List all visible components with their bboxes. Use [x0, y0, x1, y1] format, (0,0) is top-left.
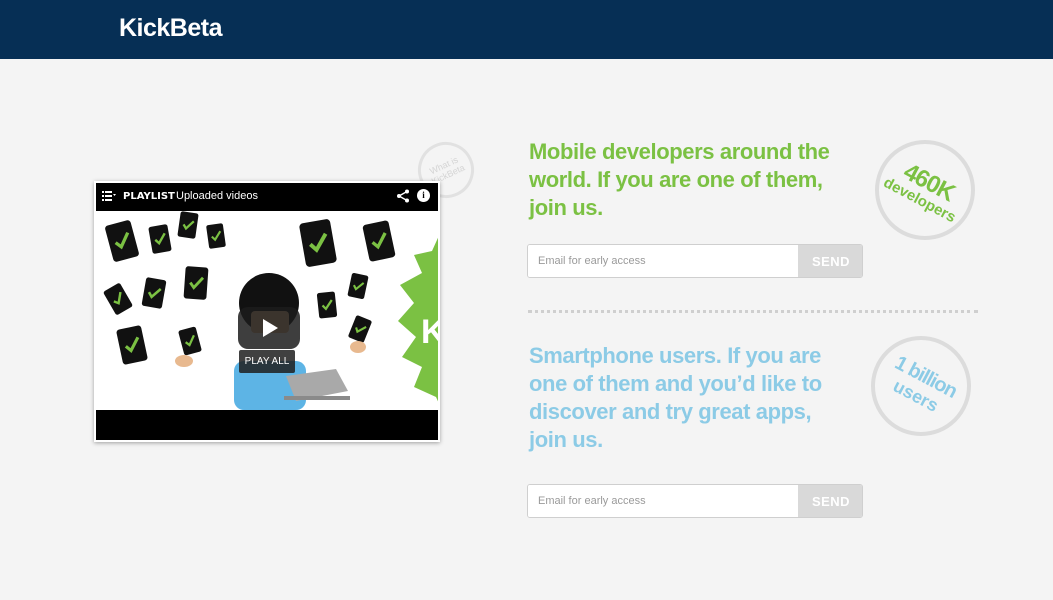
info-icon[interactable]: i [417, 189, 430, 202]
user-email-input[interactable] [528, 485, 798, 517]
user-send-button[interactable]: SEND [798, 485, 862, 517]
video-player[interactable]: PLAYLIST Uploaded videos i Ki [94, 181, 440, 442]
developer-send-button[interactable]: SEND [798, 245, 862, 277]
video-top-bar: PLAYLIST Uploaded videos i [96, 183, 438, 211]
developers-stat-badge: 460K developers [875, 140, 975, 240]
developers-headline: Mobile developers around the world. If y… [529, 139, 830, 220]
video-title[interactable]: Uploaded videos [176, 190, 258, 202]
playlist-icon[interactable] [102, 191, 116, 201]
section-divider [528, 310, 978, 313]
user-signup-form: SEND [527, 484, 863, 518]
video-thumbnail[interactable]: Ki PLAY ALL [96, 211, 440, 410]
users-stat-badge: 1 billion users [871, 336, 971, 436]
playlist-label[interactable]: PLAYLIST [123, 191, 175, 202]
thumbnail-letters: Ki [421, 313, 440, 351]
play-all-button[interactable]: PLAY ALL [239, 350, 295, 373]
kickbeta-logo[interactable]: KickBeta [119, 14, 223, 43]
site-header: KickBeta [0, 0, 1053, 59]
developer-email-input[interactable] [528, 245, 798, 277]
users-headline: Smartphone users. If you are one of them… [529, 343, 822, 452]
developer-signup-form: SEND [527, 244, 863, 278]
play-button[interactable] [238, 307, 300, 349]
share-icon[interactable] [396, 189, 410, 203]
video-bottom-bar [96, 410, 438, 440]
